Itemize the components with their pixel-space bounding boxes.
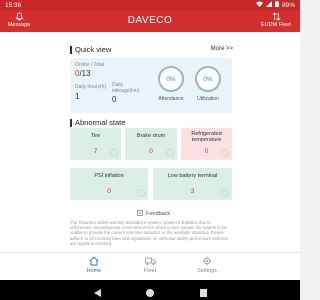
quick-view-heading: Quick view <box>70 45 111 54</box>
battery-percent: 89% <box>281 1 295 9</box>
attendance-ring: 0% <box>158 66 184 92</box>
status-icons: 89% <box>255 1 295 9</box>
abnormal-card-refrigerated-temperature[interactable]: Refrigerated temperature 0 <box>181 128 232 160</box>
check-icon <box>221 189 229 197</box>
bottom-tab-bar: Home Fleet Settings <box>0 252 300 280</box>
utilization-label: Utilization <box>197 96 219 102</box>
tab-home[interactable]: Home <box>74 256 114 274</box>
status-time: 15:36 <box>5 1 22 9</box>
app-bar: Message DAVECO EUDM Fleet <box>0 10 300 32</box>
tab-settings[interactable]: Settings <box>187 256 227 274</box>
wifi-icon <box>255 1 263 9</box>
daily-mileage-label: Daily mileage(km) <box>112 82 140 94</box>
tab-fleet-label: Fleet <box>143 268 157 274</box>
daily-hours-value: 1 <box>75 92 80 101</box>
back-icon[interactable] <box>93 285 102 300</box>
abnormal-card-label: Brake drum <box>136 133 166 139</box>
abnormal-card-low-battery-terminal[interactable]: Low battery terminal 3 <box>153 168 232 200</box>
app-title: DAVECO <box>127 15 173 26</box>
feedback-icon <box>137 210 143 218</box>
quick-view-title: Quick view <box>75 45 112 54</box>
feedback-link[interactable]: Feedback <box>137 210 170 218</box>
disclaimer-text: The SmartGo safety warning assistance sy… <box>70 220 228 246</box>
gear-icon <box>187 256 227 266</box>
recents-icon[interactable] <box>199 285 208 300</box>
switch-arrows-icon <box>256 12 296 21</box>
home-circle-icon[interactable] <box>145 285 155 300</box>
abnormal-card-label: PSI inflation <box>94 173 124 179</box>
home-icon <box>74 256 114 266</box>
truck-icon <box>130 256 170 266</box>
tab-home-label: Home <box>86 268 102 274</box>
fleet-switch-button[interactable]: EUDM Fleet <box>256 12 296 28</box>
abnormal-card-tire[interactable]: Tire 7 <box>70 128 121 160</box>
quick-view-card: Online / Total 0/13 Daily hours(h) 1 Dai… <box>70 58 232 113</box>
abnormal-card-psi-inflation[interactable]: PSI inflation 0 <box>70 168 148 200</box>
check-icon <box>221 149 229 157</box>
daily-hours-label: Daily hours(h) <box>75 84 107 90</box>
section-marker <box>70 45 72 54</box>
check-icon <box>110 149 118 157</box>
tab-settings-label: Settings <box>197 268 217 274</box>
check-icon <box>137 189 145 197</box>
fleet-switch-label: EUDM Fleet <box>261 22 291 28</box>
daily-mileage-value: 0 <box>112 95 117 104</box>
system-nav-bar <box>0 280 300 300</box>
battery-icon <box>274 1 279 9</box>
attendance-label: Attendance <box>158 96 184 102</box>
status-bar: 15:36 89% <box>0 0 300 10</box>
abnormal-state-heading: Abnormal state <box>70 118 125 127</box>
abnormal-card-label: Low battery terminal <box>167 173 218 179</box>
utilization-ring: 0% <box>195 66 221 92</box>
main-content[interactable]: Quick view More >> Online / Total 0/13 D… <box>0 32 300 252</box>
check-icon <box>166 149 174 157</box>
signal-icon <box>265 1 272 9</box>
abnormal-card-label: Refrigerated temperature <box>191 131 222 143</box>
online-total-label: Online / Total <box>75 62 105 68</box>
more-link[interactable]: More >> <box>211 46 233 52</box>
total-count: /13 <box>79 69 91 78</box>
abnormal-card-label: Tire <box>90 133 101 139</box>
abnormal-state-title: Abnormal state <box>75 118 126 127</box>
abnormal-card-brake-drum[interactable]: Brake drum 0 <box>125 128 177 160</box>
feedback-label: Feedback <box>146 211 171 217</box>
tab-fleet[interactable]: Fleet <box>130 256 170 274</box>
online-total-value: 0/13 <box>75 69 91 78</box>
section-marker <box>70 118 72 127</box>
